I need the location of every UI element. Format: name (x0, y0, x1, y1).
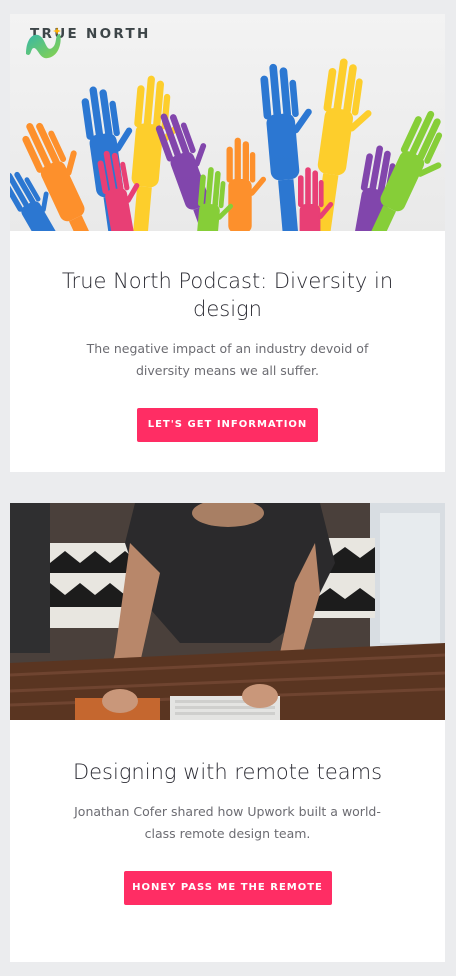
desk-photo-illustration (10, 503, 445, 720)
hero-image-desk[interactable] (10, 503, 445, 720)
hands-illustration (10, 56, 445, 231)
true-north-logo[interactable]: TRUE NORTH (24, 26, 151, 59)
card-content: True North Podcast: Diversity in design … (10, 231, 445, 442)
hero-image-hands[interactable]: TRUE NORTH (10, 14, 445, 231)
article-description: Jonathan Cofer shared how Upwork built a… (74, 804, 381, 841)
article-card-remote-teams: Designing with remote teams Jonathan Cof… (10, 503, 445, 962)
article-title[interactable]: True North Podcast: Diversity in design (40, 231, 415, 323)
article-title[interactable]: Designing with remote teams (40, 720, 415, 786)
article-description: The negative impact of an industry devoi… (86, 341, 369, 378)
true-north-logo-icon (26, 27, 61, 59)
card-content: Designing with remote teams Jonathan Cof… (10, 720, 445, 905)
article-card-podcast: TRUE NORTH True North Podcast: Diversity… (10, 14, 445, 472)
lets-get-information-button[interactable]: LET'S GET INFORMATION (137, 408, 318, 442)
honey-pass-me-the-remote-button[interactable]: HONEY PASS ME THE REMOTE (123, 871, 332, 905)
